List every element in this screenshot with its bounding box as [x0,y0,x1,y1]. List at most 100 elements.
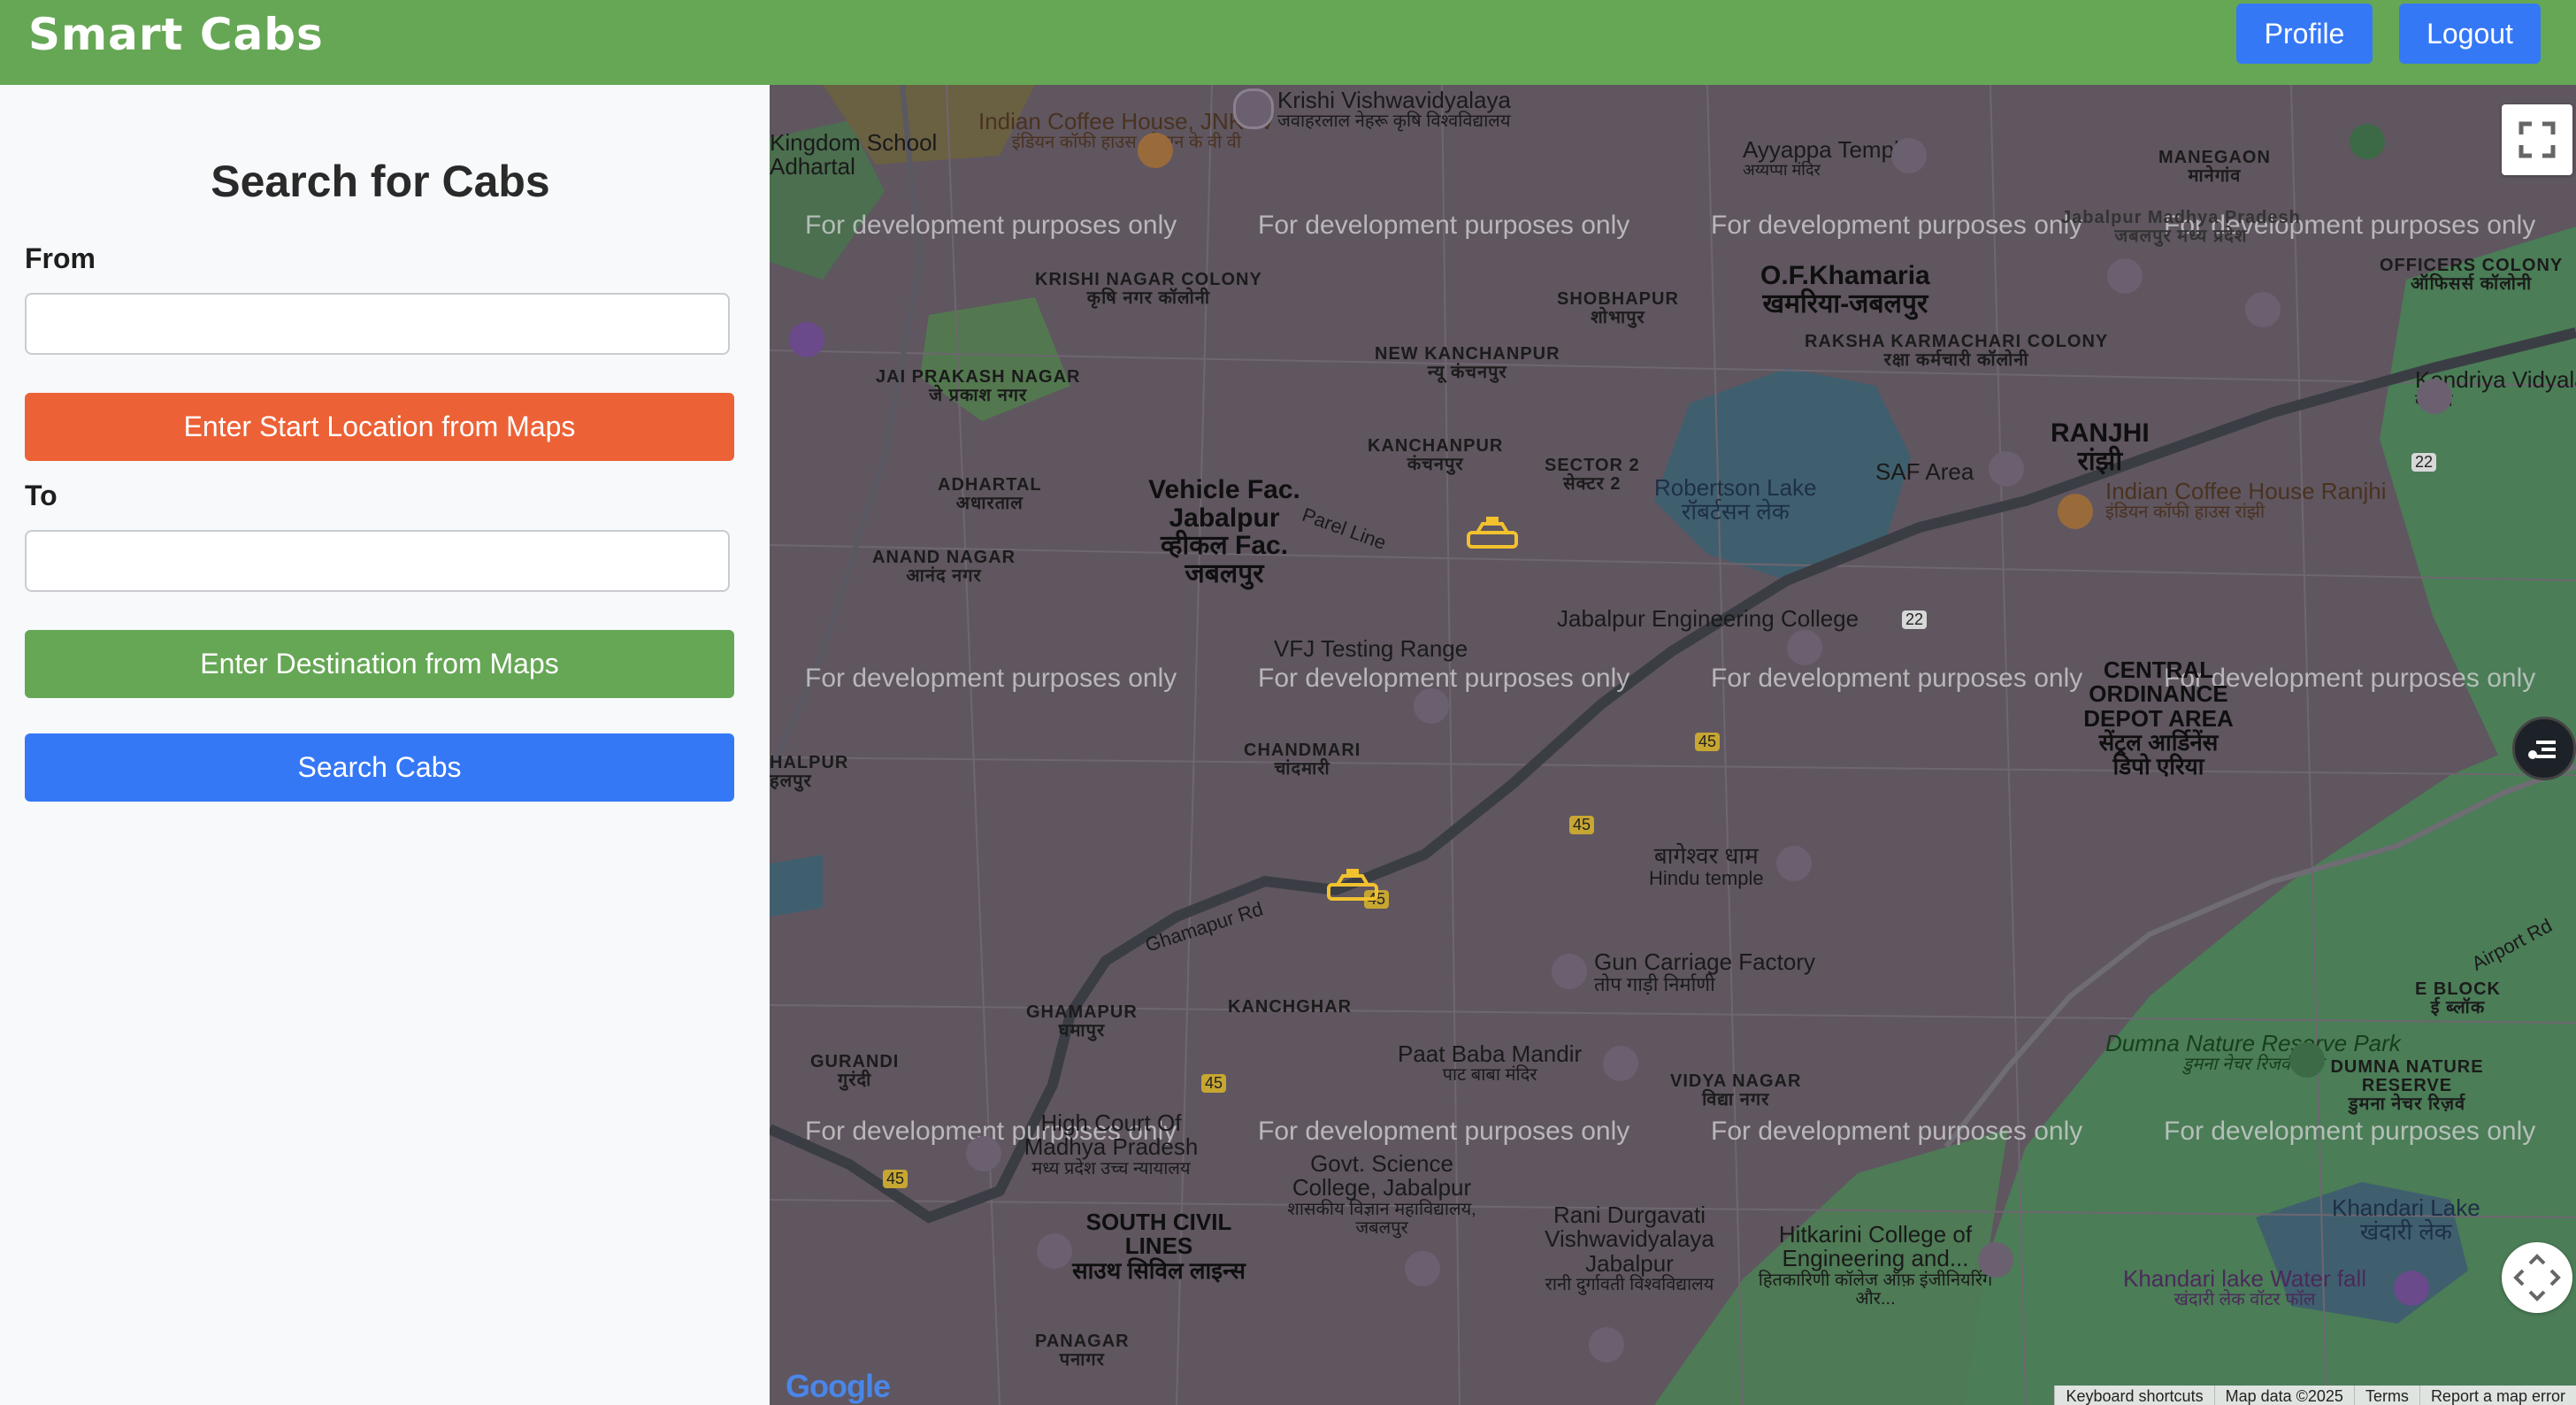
school-icon[interactable] [1589,1327,1624,1363]
temple-icon[interactable] [1603,1046,1638,1081]
place-label: Khandari Lake खंदारी लेक [2332,1194,2480,1246]
road-shield: 45 [1201,1074,1227,1093]
place-label: VFJ Testing Range [1274,635,1468,662]
place-label: Khandari lake Water fall खंदारी लेक वॉटर … [2123,1265,2367,1310]
place-label: JAI PRAKASH NAGAR जे प्रकाश नगर [876,367,1081,405]
search-title: Search for Cabs [211,157,550,206]
place-label: KRISHI NAGAR COLONY कृषि नगर कॉलोनी [1035,270,1262,308]
watermark: For development purposes only [1258,664,1630,693]
watermark: For development purposes only [1711,211,2083,240]
cab-marker-icon[interactable] [1325,869,1380,906]
brand-logo[interactable]: Smart Cabs [28,9,324,60]
restaurant-icon[interactable] [1138,133,1173,168]
place-label: ADHARTAL अधारताल [938,475,1042,513]
school-icon[interactable] [1978,1242,2013,1278]
place-label: PANAGAR पनागर [1035,1332,1130,1370]
school-icon[interactable] [2417,379,2452,414]
park-icon[interactable] [2289,1042,2325,1078]
place-label: SAF Area [1875,458,1974,485]
museum-icon[interactable] [1552,954,1587,989]
place-label: Robertson Lake रॉबर्टसन लेक [1654,474,1817,526]
place-label: Kingdom School Adhartal [770,129,938,180]
road-shield: 22 [2411,453,2437,472]
start-location-button[interactable]: Enter Start Location from Maps [25,393,734,461]
place-label: Jabalpur Engineering College [1557,605,1859,632]
road-shield: 22 [1902,610,1928,629]
school-icon[interactable] [1787,630,1822,665]
place-label: VIDYA NAGAR विद्या नगर [1670,1071,1802,1109]
restaurant-icon[interactable] [2058,494,2093,529]
map-view[interactable]: For development purposes only For develo… [770,85,2576,1405]
watermark: For development purposes only [1258,1117,1630,1146]
landmark-icon[interactable] [2394,1271,2429,1306]
terms-link[interactable]: Terms [2353,1386,2419,1405]
to-label: To [25,480,58,511]
destination-button[interactable]: Enter Destination from Maps [25,630,734,698]
place-label: Govt. Science College, Jabalpur शासकीय वि… [1287,1150,1476,1238]
watermark: For development purposes only [2164,1117,2536,1146]
government-icon[interactable] [966,1136,1001,1171]
layers-toggle-button[interactable] [2512,717,2576,780]
place-label: Rani Durgavati Vishwavidyalaya Jabalpur र… [1545,1202,1714,1294]
watermark: For development purposes only [1711,664,2083,693]
filter-icon [2528,741,2556,759]
profile-button[interactable]: Profile [2236,4,2373,64]
place-label: SHOBHAPUR शोभापुर [1557,289,1679,327]
fullscreen-button[interactable] [2502,104,2572,175]
place-label: CENTRAL ORDINANCE DEPOT AREA सेंट्रल आर्ड… [2083,656,2234,780]
place-label: RAKSHA KARMACHARI COLONY रक्षा कर्मचारी क… [1805,332,2109,370]
from-label: From [25,242,96,274]
place-label: HALPUR हलपुर [770,753,849,791]
place-label: Indian Coffee House Ranjhi इंडियन कॉफी हा… [2105,478,2387,523]
place-label: KANCHGHAR [1228,997,1353,1017]
school-icon[interactable] [1233,88,1274,129]
report-error-link[interactable]: Report a map error [2419,1386,2576,1405]
pin-icon[interactable] [1414,688,1449,724]
school-icon[interactable] [1405,1251,1440,1286]
place-label: DUMNA NATURE RESERVE डुमना नेचर रिज़र्व [2330,1057,2484,1114]
school-icon[interactable] [2107,258,2143,294]
keyboard-shortcuts-link[interactable]: Keyboard shortcuts [2054,1386,2213,1405]
place-label: High Court Of Madhya Pradesh मध्य प्रदेश … [1024,1109,1199,1179]
watermark: For development purposes only [1258,211,1630,240]
place-label: ANAND NAGAR आनंद नगर [872,548,1016,586]
road-shield: 45 [1569,816,1595,834]
place-label: Krishi Vishwavidyalaya जवाहरलाल नेहरू कृष… [1277,87,1511,132]
place-label: Vehicle Fac. Jabalpur व्हीकल Fac. जबलपुर [1148,475,1300,588]
place-label: RANJHI रांझी [2051,418,2150,476]
place-label: SOUTH CIVIL LINES साउथ सिविल लाइन्स [1072,1209,1246,1284]
place-label: SECTOR 2 सेक्टर 2 [1545,456,1640,494]
school-icon[interactable] [2245,292,2281,327]
from-input[interactable] [25,293,730,355]
place-label: NEW KANCHANPUR न्यू कंचनपुर [1375,344,1560,382]
place-label: GURANDI गुरंदी [810,1052,900,1090]
park-icon[interactable] [2350,124,2385,159]
camera-control-button[interactable] [2502,1242,2572,1313]
place-label: Jabalpur Madhya Pradesh जबलपुर मध्य प्रदे… [2061,208,2301,246]
search-cabs-button[interactable]: Search Cabs [25,733,734,802]
watermark: For development purposes only [1711,1117,2083,1146]
pin-icon[interactable] [1989,451,2024,487]
place-label: Hitkarini College of Engineering and... ह… [1758,1221,1993,1309]
pan-arrows-icon [2513,1254,2561,1301]
landmark-icon[interactable] [789,322,824,357]
transit-icon[interactable] [1037,1233,1072,1269]
to-input[interactable] [25,530,730,592]
temple-icon[interactable] [1776,846,1812,881]
temple-icon[interactable] [1891,138,1927,173]
map-attribution: Keyboard shortcuts Map data ©2025 Terms … [2054,1386,2576,1405]
google-logo[interactable]: Google [786,1368,891,1405]
place-label: Indian Coffee House, JNKVV इंडियन कॉफी हा… [978,108,1275,153]
watermark: For development purposes only [805,664,1177,693]
logout-button[interactable]: Logout [2399,4,2541,64]
place-label: MANEGAON मानेगांव [2158,148,2271,186]
place-label: GHAMAPUR घमापुर [1026,1002,1138,1040]
place-label: CHANDMARI चांदमारी [1244,741,1361,779]
search-panel: Search for Cabs From Enter Start Locatio… [0,85,770,1405]
road-shield: 45 [1695,733,1721,751]
place-label: Gun Carriage Factory तोप गाड़ी निर्माणी [1594,948,1815,996]
place-label: OFFICERS COLONY ऑफिसर्स कॉलोनी [2380,256,2564,294]
place-label: Paat Baba Mandir पाट बाबा मंदिर [1398,1040,1583,1086]
cab-marker-icon[interactable] [1465,517,1520,554]
app-header: Smart Cabs Profile Logout [0,0,2576,85]
